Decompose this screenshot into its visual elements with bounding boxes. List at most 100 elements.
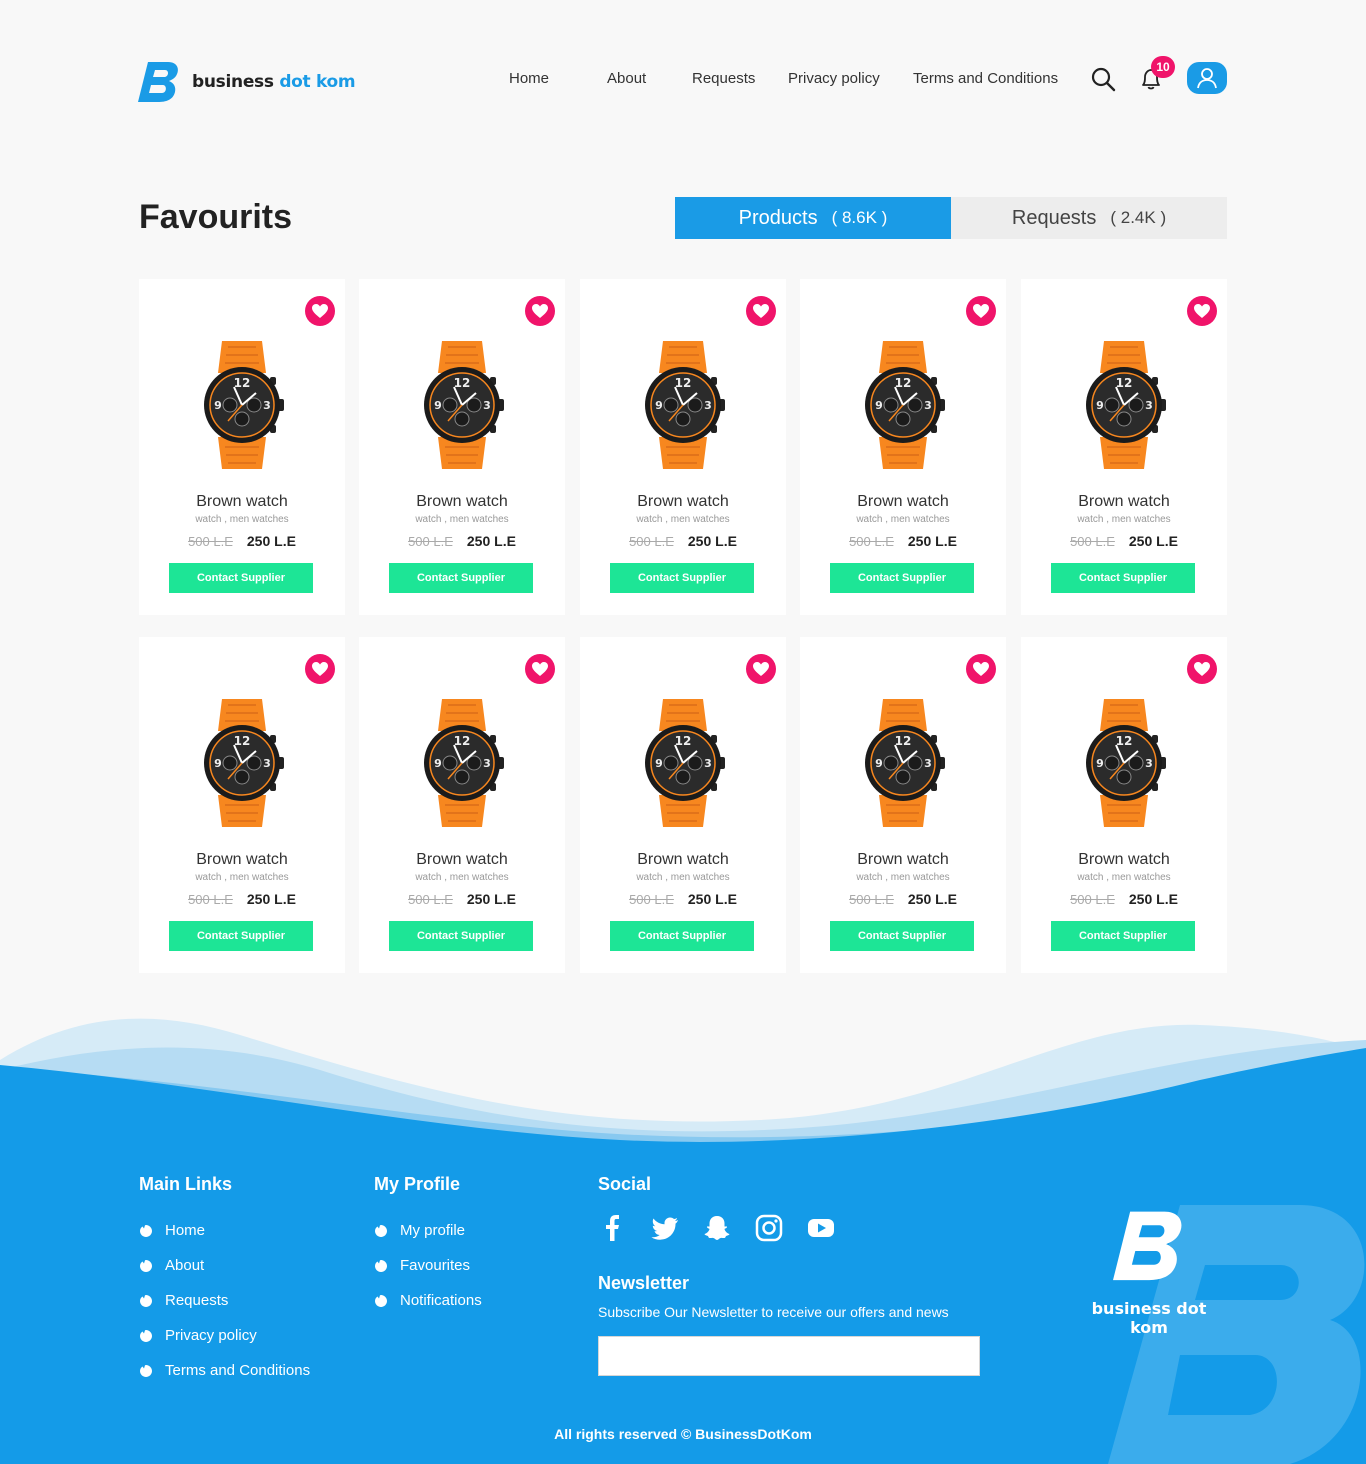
social-icons	[598, 1213, 980, 1243]
notification-badge: 10	[1151, 56, 1175, 78]
contact-supplier-button[interactable]: Contact Supplier	[610, 921, 754, 951]
current-price: 250 L.E	[246, 533, 296, 549]
watch-image: 12 9 3	[204, 341, 284, 469]
svg-text:9: 9	[434, 399, 442, 412]
footer-link-label: Terms and Conditions	[165, 1362, 311, 1379]
product-card[interactable]: 12 9 3 Brown watch watch , men watches 5…	[580, 637, 786, 973]
bullet-icon	[140, 1259, 152, 1272]
product-card[interactable]: 12 9 3 Brown watch watch , men watches 5…	[139, 279, 345, 615]
product-tags: watch , men watches	[636, 872, 730, 883]
product-name: Brown watch	[1078, 493, 1170, 510]
footer-main-link-1[interactable]: About	[139, 1248, 310, 1283]
tab-requests-count: ( 2.4K )	[1110, 208, 1167, 227]
product-card[interactable]: 12 9 3 Brown watch watch , men watches 5…	[800, 637, 1006, 973]
old-price: 500 L.E	[188, 892, 233, 907]
footer-profile-link-2[interactable]: Notifications	[374, 1283, 482, 1318]
favourites-tabs: Products ( 8.6K ) Requests ( 2.4K )	[675, 197, 1227, 239]
footer-profile-link-1[interactable]: Favourites	[374, 1248, 482, 1283]
svg-text:9: 9	[1096, 399, 1104, 412]
footer-link-label: Privacy policy	[165, 1327, 257, 1344]
tab-products[interactable]: Products ( 8.6K )	[675, 197, 951, 239]
contact-supplier-button[interactable]: Contact Supplier	[169, 921, 313, 951]
twitter-icon[interactable]	[650, 1213, 680, 1243]
product-card[interactable]: 12 9 3 Brown watch watch , men watches 5…	[1021, 279, 1227, 615]
current-price: 250 L.E	[246, 891, 296, 907]
nav-home[interactable]: Home	[509, 70, 549, 87]
nav-terms[interactable]: Terms and Conditions	[913, 70, 1058, 87]
product-card[interactable]: 12 9 3 Brown watch watch , men watches 5…	[580, 279, 786, 615]
favourite-button[interactable]	[525, 296, 555, 326]
footer-link-label: My profile	[400, 1222, 466, 1239]
price-row: 500 L.E 250 L.E	[580, 533, 786, 549]
heart-icon	[973, 304, 989, 318]
svg-text:12: 12	[1116, 376, 1133, 390]
nav-privacy-policy[interactable]: Privacy policy	[788, 70, 880, 87]
product-card[interactable]: 12 9 3 Brown watch watch , men watches 5…	[359, 637, 565, 973]
contact-supplier-button[interactable]: Contact Supplier	[1051, 563, 1195, 593]
footer-logo: business dot kom	[1074, 1208, 1224, 1337]
old-price: 500 L.E	[849, 892, 894, 907]
product-card[interactable]: 12 9 3 Brown watch watch , men watches 5…	[1021, 637, 1227, 973]
favourite-button[interactable]	[966, 654, 996, 684]
snapchat-icon[interactable]	[702, 1213, 732, 1243]
nav-requests[interactable]: Requests	[692, 70, 755, 87]
contact-supplier-button[interactable]: Contact Supplier	[169, 563, 313, 593]
product-name: Brown watch	[416, 493, 508, 510]
favourite-button[interactable]	[966, 296, 996, 326]
nav-about[interactable]: About	[607, 70, 646, 87]
favourite-button[interactable]	[525, 654, 555, 684]
favourite-button[interactable]	[1187, 296, 1217, 326]
footer-main-link-3[interactable]: Privacy policy	[139, 1318, 310, 1353]
contact-supplier-button[interactable]: Contact Supplier	[389, 921, 533, 951]
product-name: Brown watch	[637, 851, 729, 868]
youtube-icon[interactable]	[806, 1213, 836, 1243]
current-price: 250 L.E	[1128, 533, 1178, 549]
favourite-button[interactable]	[305, 296, 335, 326]
product-name: Brown watch	[857, 851, 949, 868]
svg-text:9: 9	[214, 399, 222, 412]
heart-icon	[312, 304, 328, 318]
favourite-button[interactable]	[746, 654, 776, 684]
user-account-button[interactable]	[1187, 62, 1227, 94]
favourite-button[interactable]	[305, 654, 335, 684]
search-icon[interactable]	[1090, 66, 1116, 92]
product-tags: watch , men watches	[1077, 514, 1171, 525]
footer-social-title: Social	[598, 1174, 652, 1194]
favourite-button[interactable]	[746, 296, 776, 326]
footer-main-links: Main Links Home About Requests Privacy poli…	[139, 1174, 310, 1388]
heart-icon	[1194, 304, 1210, 318]
bullet-icon	[375, 1294, 387, 1307]
tab-requests[interactable]: Requests ( 2.4K )	[951, 197, 1227, 239]
brand-logo[interactable]: business dot kom	[138, 60, 356, 103]
contact-supplier-button[interactable]: Contact Supplier	[830, 563, 974, 593]
watch-image: 12 9 3	[865, 699, 945, 827]
footer-main-link-0[interactable]: Home	[139, 1213, 310, 1248]
contact-supplier-button[interactable]: Contact Supplier	[389, 563, 533, 593]
user-icon	[1197, 68, 1217, 89]
bullet-icon	[375, 1259, 387, 1272]
svg-text:3: 3	[1145, 399, 1153, 412]
footer-main-link-4[interactable]: Terms and Conditions	[139, 1353, 310, 1388]
product-card[interactable]: 12 9 3 Brown watch watch , men watches 5…	[139, 637, 345, 973]
product-card[interactable]: 12 9 3 Brown watch watch , men watches 5…	[359, 279, 565, 615]
svg-text:12: 12	[234, 734, 251, 748]
instagram-icon[interactable]	[754, 1213, 784, 1243]
svg-text:3: 3	[483, 399, 491, 412]
product-tags: watch , men watches	[856, 514, 950, 525]
facebook-icon[interactable]	[598, 1213, 628, 1243]
brand-name-part2: dot kom	[279, 71, 356, 92]
svg-text:9: 9	[875, 399, 883, 412]
svg-text:12: 12	[895, 734, 912, 748]
footer-main-link-2[interactable]: Requests	[139, 1283, 310, 1318]
favourite-button[interactable]	[1187, 654, 1217, 684]
svg-text:3: 3	[924, 757, 932, 770]
brand-name-part1: business	[192, 71, 280, 92]
contact-supplier-button[interactable]: Contact Supplier	[1051, 921, 1195, 951]
page-title: Favourits	[139, 198, 293, 236]
svg-text:3: 3	[1145, 757, 1153, 770]
product-card[interactable]: 12 9 3 Brown watch watch , men watches 5…	[800, 279, 1006, 615]
contact-supplier-button[interactable]: Contact Supplier	[830, 921, 974, 951]
newsletter-email-input[interactable]	[598, 1336, 980, 1376]
footer-profile-link-0[interactable]: My profile	[374, 1213, 482, 1248]
contact-supplier-button[interactable]: Contact Supplier	[610, 563, 754, 593]
